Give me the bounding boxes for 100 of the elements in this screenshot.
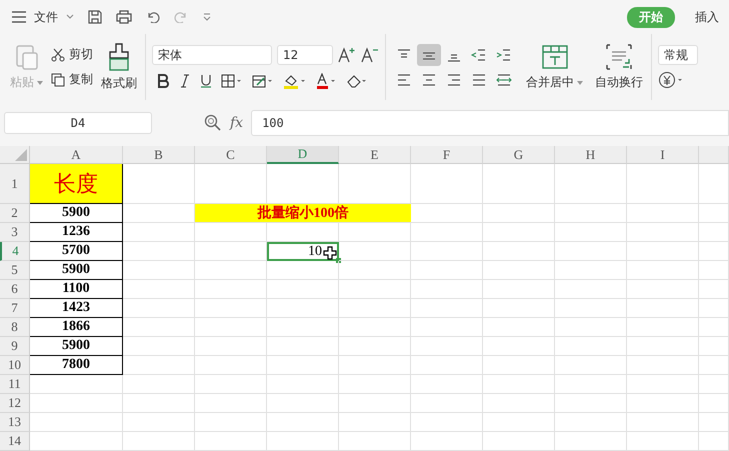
wrap-text-icon (605, 43, 633, 71)
table-cell (411, 261, 483, 280)
shrink-font-icon[interactable] (361, 47, 379, 63)
table-cell (627, 432, 699, 451)
font-name-field[interactable]: 宋体 (152, 45, 272, 65)
column-header[interactable]: A (30, 146, 123, 164)
function-button[interactable]: fx (230, 115, 244, 131)
row-header[interactable]: 8 (0, 318, 30, 337)
zoom-icon[interactable] (204, 114, 222, 132)
table-cell (267, 261, 339, 280)
table-cell (699, 223, 729, 242)
row-header[interactable]: 10 (0, 356, 30, 375)
number-format-field[interactable]: 常规 (658, 45, 698, 65)
table-cell (411, 413, 483, 432)
row-header[interactable]: 6 (0, 280, 30, 299)
merge-center-button[interactable]: 合并居中 (524, 43, 585, 91)
table-cell (195, 413, 267, 432)
table-cell (483, 394, 555, 413)
row-header[interactable]: 5 (0, 261, 30, 280)
table-cell (627, 299, 699, 318)
undo-icon[interactable] (146, 11, 160, 23)
table-cell (627, 394, 699, 413)
row-header[interactable]: 9 (0, 337, 30, 356)
table-cell (699, 164, 729, 204)
ribbon-tab[interactable]: 插入 (685, 6, 729, 28)
column-header[interactable]: E (339, 146, 411, 164)
row-header[interactable]: 1 (0, 164, 30, 204)
font-size-field[interactable]: 12 (277, 45, 333, 65)
table-cell (267, 413, 339, 432)
row-header[interactable]: 7 (0, 299, 30, 318)
grow-font-icon[interactable] (338, 47, 356, 63)
row-header[interactable]: 12 (0, 394, 30, 413)
table-cell (411, 394, 483, 413)
currency-icon[interactable] (658, 71, 684, 89)
formula-field[interactable]: 100 (251, 110, 729, 136)
borders-icon[interactable] (221, 74, 243, 88)
table-cell (411, 337, 483, 356)
column-header[interactable]: H (555, 146, 627, 164)
table-cell (483, 261, 555, 280)
row-header[interactable]: 11 (0, 375, 30, 394)
fill-handle[interactable] (336, 258, 341, 263)
active-cell[interactable]: 10 (267, 242, 339, 261)
wrap-text-button[interactable]: 自动换行 (593, 43, 645, 91)
format-painter-button[interactable]: 格式刷 (99, 42, 139, 92)
paste-label: 粘贴 (10, 74, 34, 91)
column-header[interactable]: C (195, 146, 267, 164)
table-cell (555, 261, 627, 280)
table-cell (411, 299, 483, 318)
table-cell: 5900 (30, 261, 123, 280)
column-header[interactable]: G (483, 146, 555, 164)
table-cell (699, 204, 729, 223)
table-cell (627, 375, 699, 394)
row-header[interactable]: 14 (0, 432, 30, 451)
bold-icon[interactable] (156, 74, 170, 88)
name-box[interactable]: D4 (4, 112, 152, 134)
cell-style-icon[interactable] (252, 74, 274, 88)
font-color-icon[interactable] (316, 73, 338, 89)
table-cell (555, 280, 627, 299)
print-icon[interactable] (116, 10, 132, 24)
table-cell (483, 375, 555, 394)
table-cell (483, 223, 555, 242)
table-cell: 1236 (30, 223, 123, 242)
column-header[interactable]: B (123, 146, 195, 164)
table-cell (555, 356, 627, 375)
align-button[interactable] (417, 44, 441, 66)
row-header[interactable]: 13 (0, 413, 30, 432)
copy-icon (51, 72, 65, 86)
table-cell (627, 356, 699, 375)
column-header[interactable]: I (627, 146, 699, 164)
file-menu[interactable]: 文件 (34, 8, 58, 26)
row-header[interactable]: 2 (0, 204, 30, 223)
table-cell (483, 337, 555, 356)
table-cell (411, 242, 483, 261)
table-cell (267, 356, 339, 375)
copy-button[interactable]: 复制 (51, 71, 93, 88)
table-cell (195, 299, 267, 318)
table-cell (195, 394, 267, 413)
cell-value: 10 (308, 244, 322, 260)
table-cell (123, 299, 195, 318)
triangle-icon (15, 149, 27, 161)
row-header[interactable]: 4 (0, 242, 30, 261)
table-cell (195, 261, 267, 280)
cut-button[interactable]: 剪切 (51, 46, 93, 63)
save-icon[interactable] (88, 10, 102, 24)
menu-icon[interactable] (12, 11, 26, 23)
column-header[interactable]: F (411, 146, 483, 164)
column-header[interactable]: D (267, 146, 339, 164)
italic-icon[interactable] (179, 74, 191, 88)
chevron-icon[interactable] (66, 14, 74, 20)
underline-icon[interactable] (200, 74, 212, 88)
scissors-icon (51, 48, 65, 62)
table-cell (195, 318, 267, 337)
table-cell (555, 164, 627, 204)
table-cell (339, 432, 411, 451)
table-cell (339, 356, 411, 375)
table-cell (123, 318, 195, 337)
table-cell (411, 164, 483, 204)
dropdown-icon[interactable] (202, 12, 212, 22)
row-header[interactable]: 3 (0, 223, 30, 242)
fill-color-icon[interactable] (283, 73, 307, 89)
